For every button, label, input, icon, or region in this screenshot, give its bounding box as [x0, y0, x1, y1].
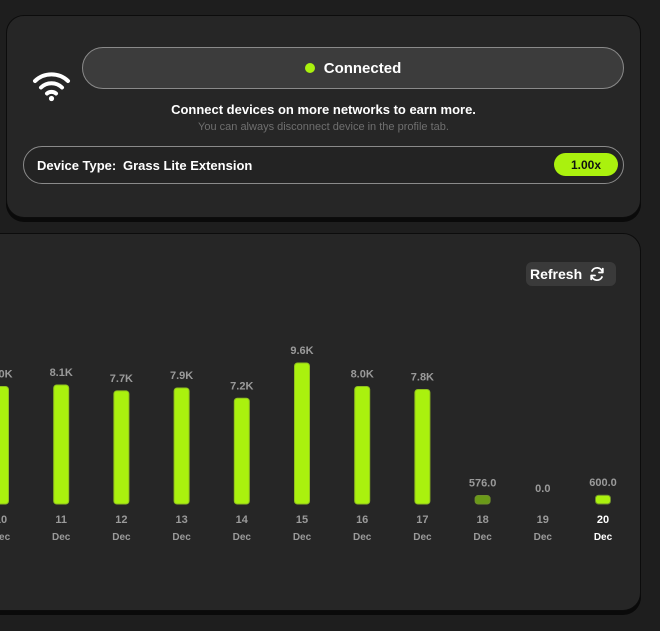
value-label-20: 600.0 [589, 477, 617, 489]
day-label-11: 11 [55, 514, 67, 526]
day-label-20: 20 [597, 514, 609, 526]
bar-17 [414, 388, 431, 505]
month-label-16: Dec [353, 532, 372, 543]
value-label-14: 7.2K [230, 380, 253, 392]
value-label-17: 7.8K [411, 371, 434, 383]
daily-earnings-bar-chart: 8.0K 10 Dec 8.1K 11 Dec 7.7K 12 Dec 7.9K 13 Dec 7.2K… [0, 345, 617, 543]
device-type-row: Device Type: Grass Lite Extension 1.00x [23, 146, 624, 184]
value-label-11: 8.1K [50, 367, 73, 379]
earnings-chart-card: Refresh 8.0K10Dec8.1K11Dec7.7K12Dec7.9K1… [0, 233, 641, 611]
device-type-label: Device Type: [37, 158, 117, 173]
day-label-16: 16 [356, 514, 368, 526]
month-label-18: Dec [473, 532, 492, 543]
bar-20 [595, 494, 611, 505]
value-label-19: 0.0 [535, 483, 550, 495]
bar-11 [53, 384, 70, 505]
bar-12 [113, 390, 130, 505]
day-label-17: 17 [416, 514, 428, 526]
bar-15 [294, 362, 310, 505]
month-label-13: Dec [172, 532, 191, 543]
bar-16 [354, 386, 371, 505]
network-status-card: Connected Connect devices on more networ… [6, 15, 641, 218]
bar-13 [173, 387, 190, 505]
day-label-19: 19 [537, 514, 549, 526]
month-label-15: Dec [293, 532, 312, 543]
value-label-15: 9.6K [290, 345, 313, 357]
day-label-15: 15 [296, 514, 308, 526]
device-type-value: Grass Lite Extension [123, 158, 253, 173]
connection-status-label: Connected [323, 59, 402, 77]
value-label-18: 576.0 [469, 478, 497, 490]
value-label-10: 8.0K [0, 369, 13, 381]
month-label-20: Dec [594, 532, 613, 543]
month-label-10: Dec [0, 532, 11, 543]
month-label-11: Dec [52, 532, 71, 543]
month-label-17: Dec [413, 532, 432, 543]
month-label-12: Dec [112, 532, 131, 543]
wifi-icon [33, 72, 70, 102]
connection-status-button[interactable]: Connected [82, 47, 624, 89]
value-label-12: 7.7K [110, 373, 133, 385]
value-label-13: 7.9K [170, 370, 193, 382]
connected-indicator-dot [304, 63, 315, 73]
bar-10 [0, 386, 9, 505]
day-label-10: 10 [0, 514, 7, 526]
day-label-13: 13 [175, 514, 187, 526]
day-label-14: 14 [236, 514, 249, 526]
day-label-12: 12 [115, 514, 127, 526]
value-label-16: 8.0K [351, 369, 374, 381]
disconnect-hint-text: You can always disconnect device in the … [198, 121, 449, 133]
month-label-14: Dec [233, 532, 252, 543]
multiplier-badge: 1.00x [554, 153, 618, 176]
bar-18 [474, 495, 491, 505]
earn-more-headline: Connect devices on more networks to earn… [171, 102, 476, 117]
month-label-19: Dec [534, 532, 553, 543]
bar-14 [233, 397, 250, 505]
day-label-18: 18 [476, 514, 488, 526]
